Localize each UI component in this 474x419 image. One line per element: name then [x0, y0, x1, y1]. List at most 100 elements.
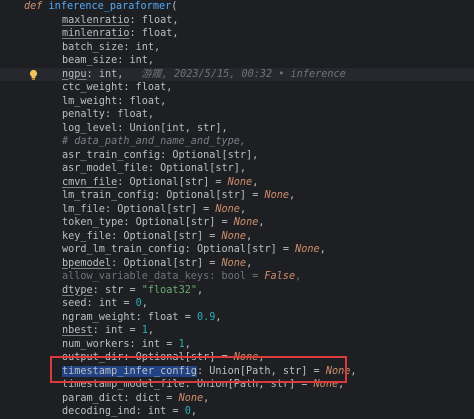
- code-token: ctc_weight: [62, 82, 124, 93]
- code-line[interactable]: key_file: Optional[str] = None,: [0, 230, 474, 244]
- code-text: lm_train_config: Optional[str] = None,: [62, 189, 295, 203]
- code-line[interactable]: asr_model_file: Optional[str],: [0, 162, 474, 176]
- code-line[interactable]: def inference_paraformer(: [0, 0, 474, 14]
- code-token: :: [129, 338, 142, 350]
- code-line[interactable]: maxlenratio: float,: [0, 14, 474, 28]
- code-token: :: [117, 176, 130, 188]
- code-token: int: [104, 325, 124, 336]
- code-token: int: [141, 338, 161, 350]
- code-token: float: [141, 28, 173, 39]
- code-token: (: [171, 1, 178, 12]
- code-line[interactable]: lm_file: Optional[str] = None,: [0, 203, 474, 217]
- code-token: ngpu: [62, 68, 87, 80]
- code-token: :: [104, 109, 118, 120]
- code-token: bpemodel: [62, 257, 112, 269]
- code-token: inference_paraformer: [48, 1, 172, 12]
- code-line[interactable]: asr_train_config: Optional[str],: [0, 149, 474, 163]
- code-token: ,: [246, 257, 253, 269]
- code-token: ,: [203, 392, 210, 404]
- code-token: int: [129, 55, 148, 66]
- code-token: str: [172, 203, 191, 215]
- code-line[interactable]: nbest: int = 1,: [0, 324, 474, 338]
- code-token: cmvn_file: [62, 176, 118, 188]
- lightbulb-icon[interactable]: [28, 69, 39, 81]
- code-token: num_workers: [62, 338, 130, 350]
- code-token: ,: [190, 406, 197, 417]
- code-token: None: [178, 392, 204, 404]
- git-blame-annotation: 游履, 2023/5/15, 00:32 • inference: [141, 68, 346, 80]
- code-token: ,: [246, 230, 253, 242]
- code-text: beam_size: int,: [62, 54, 154, 68]
- code-token: ,: [215, 311, 222, 323]
- code-token: :: [154, 190, 167, 201]
- code-editor[interactable]: def inference_paraformer(maxlenratio: fl…: [0, 0, 474, 417]
- code-line[interactable]: ctc_weight: float,: [0, 81, 474, 95]
- red-highlight-box: [50, 356, 347, 383]
- code-token: ,: [258, 217, 265, 228]
- code-token: str: [178, 257, 197, 269]
- code-line[interactable]: minlenratio: float,: [0, 27, 474, 41]
- code-text: maxlenratio: float,: [62, 14, 179, 28]
- code-text: token_type: Optional[str] = None,: [62, 216, 264, 230]
- code-token: str: [104, 284, 124, 296]
- code-line[interactable]: batch_size: int,: [0, 41, 474, 55]
- code-text: lm_weight: float,: [62, 95, 166, 109]
- code-token: str: [178, 230, 197, 242]
- code-text: nbest: int = 1,: [62, 324, 154, 338]
- code-line[interactable]: # data_path_and_name_and_type,: [0, 135, 474, 149]
- code-line[interactable]: token_type: Optional[str] = None,: [0, 216, 474, 230]
- code-token: maxlenratio: [62, 14, 130, 26]
- code-token: ] =: [196, 230, 222, 242]
- code-line[interactable]: ngpu: int, 游履, 2023/5/15, 00:32 • inferen…: [0, 67, 474, 81]
- code-line[interactable]: decoding_ind: int = 0,: [0, 405, 474, 419]
- code-text: decoding_ind: int = 0,: [62, 405, 197, 419]
- code-token: =: [160, 392, 179, 404]
- code-token: ,: [147, 109, 155, 120]
- code-token: Optional: [196, 244, 247, 255]
- code-line[interactable]: lm_weight: float,: [0, 95, 474, 109]
- code-token: Optional: [117, 203, 167, 215]
- code-token: ,: [289, 190, 296, 201]
- code-line[interactable]: ngram_weight: float = 0.9,: [0, 311, 474, 325]
- code-token: dtype: [62, 284, 93, 296]
- code-token: None: [264, 190, 290, 201]
- code-text: asr_train_config: Optional[str],: [62, 149, 258, 163]
- code-line[interactable]: dtype: str = "float32",: [0, 284, 474, 298]
- code-token: str: [190, 217, 210, 228]
- code-token: int: [135, 41, 155, 53]
- code-token: ,: [147, 55, 155, 66]
- code-line[interactable]: word_lm_train_config: Optional[str] = No…: [0, 243, 474, 257]
- code-line[interactable]: log_level: Union[int, str],: [0, 122, 474, 136]
- code-token: :: [117, 55, 130, 66]
- code-line[interactable]: penalty: float,: [0, 108, 474, 122]
- code-token: float: [147, 311, 179, 323]
- code-line[interactable]: cmvn_file: Optional[str] = None,: [0, 176, 474, 190]
- code-line[interactable]: seed: int = 0,: [0, 297, 474, 311]
- code-token: :: [123, 82, 136, 93]
- code-token: str: [227, 149, 247, 161]
- code-line[interactable]: num_workers: int = 1,: [0, 338, 474, 352]
- code-token: float: [129, 95, 161, 107]
- code-line[interactable]: bpemodel: Optional[str] = None,: [0, 257, 474, 271]
- code-text: def inference_paraformer(: [24, 0, 177, 14]
- code-text: num_workers: int = 1,: [62, 338, 191, 352]
- code-token: ] =: [209, 217, 234, 228]
- code-line[interactable]: lm_train_config: Optional[str] = None,: [0, 189, 474, 203]
- code-token: :: [86, 68, 99, 80]
- code-token: minlenratio: [62, 28, 130, 39]
- code-line[interactable]: allow_variable_data_keys: bool = False,: [0, 270, 474, 284]
- code-token: 0.9: [196, 311, 216, 323]
- code-token: None: [295, 244, 320, 255]
- code-token: str: [215, 163, 234, 174]
- code-token: key_file: [62, 230, 112, 242]
- code-token: ,: [141, 298, 148, 309]
- code-token: ,: [295, 271, 302, 282]
- code-token: str: [184, 176, 204, 188]
- code-token: :: [129, 28, 142, 39]
- code-text: word_lm_train_config: Optional[str] = No…: [62, 243, 326, 257]
- code-token: None: [233, 217, 259, 228]
- code-line[interactable]: param_dict: dict = None,: [0, 392, 474, 406]
- code-text: lm_file: Optional[str] = None,: [62, 203, 246, 217]
- code-token: str: [252, 244, 271, 255]
- code-line[interactable]: beam_size: int,: [0, 54, 474, 68]
